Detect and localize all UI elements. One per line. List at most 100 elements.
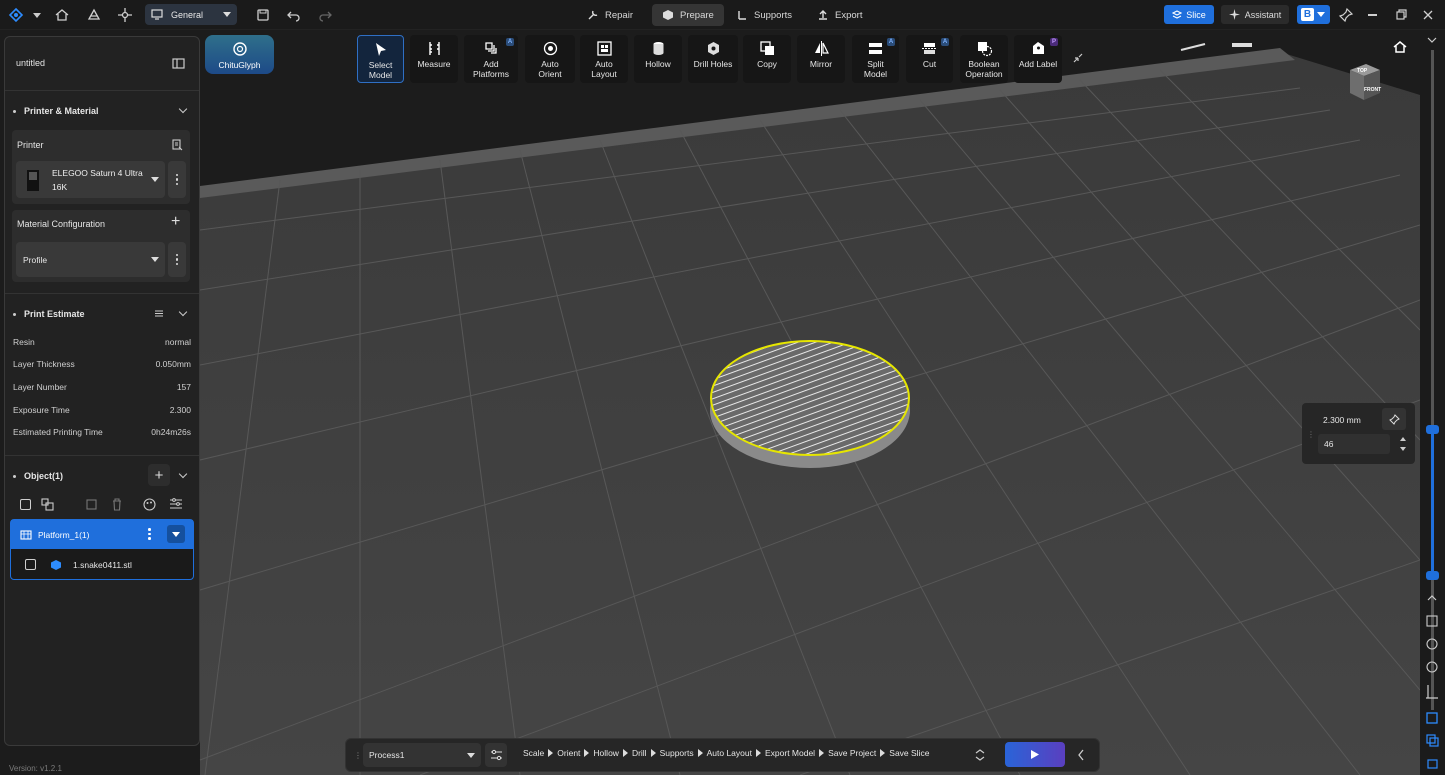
step-save-slice[interactable]: Save Slice: [889, 748, 929, 758]
mode-prepare[interactable]: Prepare: [652, 4, 724, 26]
process-select[interactable]: Process1: [363, 743, 481, 767]
step-scale[interactable]: Scale: [523, 748, 544, 758]
rail-grid-icon[interactable]: [1427, 759, 1438, 769]
printer-select[interactable]: ELEGOO Saturn 4 Ultra 16K: [16, 161, 165, 198]
add-material-icon[interactable]: +: [171, 213, 180, 231]
printer-settings-icon[interactable]: [171, 139, 183, 151]
view-left-icon[interactable]: [1178, 40, 1208, 54]
step-auto-layout[interactable]: Auto Layout: [707, 748, 752, 758]
printer-material-header[interactable]: Printer & Material: [5, 103, 199, 119]
mode-prepare-label: Prepare: [680, 9, 714, 21]
object-header[interactable]: Object(1) +: [5, 464, 199, 486]
rail-view-box-icon[interactable]: [1426, 712, 1438, 724]
process-drag-handle-icon[interactable]: ⋮: [354, 751, 362, 760]
app-menu-chevron-icon[interactable]: [30, 4, 44, 26]
drag-handle-icon[interactable]: ⋮: [1307, 430, 1315, 439]
step-orient[interactable]: Orient: [557, 748, 580, 758]
collapse-chevron-icon[interactable]: [178, 104, 188, 114]
trash-icon[interactable]: [111, 497, 123, 511]
step-down-icon[interactable]: [1400, 447, 1406, 451]
tool-hollow[interactable]: Hollow: [634, 35, 682, 83]
layer-stepper[interactable]: [1400, 434, 1406, 454]
filter-icon[interactable]: [169, 498, 183, 510]
step-hollow[interactable]: Hollow: [593, 748, 619, 758]
layer-index-input[interactable]: 46: [1318, 434, 1406, 454]
chituglyph-button[interactable]: ChituGlyph: [205, 35, 274, 74]
calibration-icon[interactable]: [85, 4, 103, 26]
pin-layer-button[interactable]: [1382, 408, 1406, 430]
estimate-value: normal: [165, 337, 191, 347]
tool-drill-holes[interactable]: Drill Holes: [688, 35, 738, 83]
expand-collapse-icon[interactable]: [974, 748, 986, 762]
pin-icon[interactable]: [1338, 4, 1354, 26]
tool-copy[interactable]: Copy: [743, 35, 791, 83]
tool-add-platforms[interactable]: A Add Platforms: [464, 35, 518, 83]
list-icon[interactable]: [155, 310, 163, 317]
profile-more-button[interactable]: [168, 242, 186, 277]
ai-badge: A: [506, 38, 514, 46]
save-icon[interactable]: [254, 4, 272, 26]
restore-icon[interactable]: [1393, 4, 1409, 26]
estimate-row: Estimated Printing Time 0h24m26s: [13, 427, 191, 437]
add-object-button[interactable]: +: [148, 464, 170, 486]
tool-cut[interactable]: A Cut: [906, 35, 953, 83]
tool-add-label[interactable]: P Add Label: [1014, 35, 1062, 83]
print-estimate-header[interactable]: Print Estimate: [5, 306, 199, 322]
view-front-icon[interactable]: [1228, 38, 1256, 52]
platform-more-icon[interactable]: [148, 528, 151, 540]
workspace-select[interactable]: General: [145, 4, 237, 25]
step-up-icon[interactable]: [1400, 437, 1406, 441]
slice-button[interactable]: Slice: [1164, 5, 1214, 24]
home-icon[interactable]: [53, 4, 71, 26]
app-logo-icon[interactable]: [6, 4, 26, 26]
mode-supports[interactable]: Supports: [726, 4, 802, 26]
step-drill[interactable]: Drill: [632, 748, 647, 758]
layer-slider-track[interactable]: [1431, 50, 1434, 710]
palette-icon[interactable]: [143, 497, 156, 511]
step-supports[interactable]: Supports: [660, 748, 694, 758]
model-row[interactable]: 1.snake0411.stl: [11, 550, 193, 579]
tool-split-model[interactable]: A Split Model: [852, 35, 899, 83]
select-all-checkbox[interactable]: [20, 498, 31, 510]
rail-collapse-up-icon[interactable]: [1427, 37, 1437, 43]
close-icon[interactable]: [1420, 4, 1436, 26]
step-save-project[interactable]: Save Project: [828, 748, 876, 758]
view-cube[interactable]: TOP FRONT: [1344, 60, 1384, 104]
platform-expand-button[interactable]: [167, 525, 185, 543]
mode-repair[interactable]: Repair: [577, 4, 643, 26]
layer-slider-bottom-handle[interactable]: [1426, 571, 1439, 580]
tool-boolean-operation[interactable]: Boolean Operation: [960, 35, 1008, 83]
assistant-button[interactable]: Assistant: [1221, 5, 1289, 24]
process-settings-button[interactable]: [485, 743, 507, 767]
frame-icon[interactable]: [85, 498, 98, 511]
platform-row[interactable]: Platform_1(1): [11, 520, 193, 549]
home-view-icon[interactable]: [1390, 38, 1410, 56]
collapse-chevron-icon[interactable]: [178, 307, 188, 317]
model-checkbox[interactable]: [25, 559, 36, 570]
tool-auto-orient[interactable]: Auto Orient: [525, 35, 575, 83]
tool-select-model[interactable]: Select Model: [357, 35, 404, 83]
tool-auto-layout[interactable]: Auto Layout: [580, 35, 628, 83]
run-process-button[interactable]: [1005, 742, 1065, 767]
panel-toggle-icon[interactable]: [172, 57, 185, 69]
step-export-model[interactable]: Export Model: [765, 748, 815, 758]
profile-select[interactable]: Profile: [16, 242, 165, 277]
undo-icon[interactable]: [285, 4, 303, 26]
tool-measure[interactable]: Measure: [410, 35, 458, 83]
redo-icon[interactable]: [316, 4, 334, 26]
group-icon[interactable]: [41, 497, 54, 511]
printer-more-button[interactable]: [168, 161, 186, 198]
minimize-icon[interactable]: [1364, 4, 1380, 26]
3d-viewport[interactable]: [0, 30, 1420, 775]
collapse-toolbar-icon[interactable]: [1070, 50, 1086, 66]
slice-label: Slice: [1186, 9, 1206, 20]
mode-export[interactable]: Export: [807, 4, 872, 26]
collapse-process-bar-icon[interactable]: [1077, 749, 1085, 761]
tool-mirror[interactable]: Mirror: [797, 35, 845, 83]
layer-slider-top-handle[interactable]: [1426, 425, 1439, 434]
collapse-chevron-icon[interactable]: [178, 469, 188, 479]
rail-overlap-icon[interactable]: [1426, 734, 1436, 744]
account-button[interactable]: B: [1297, 5, 1330, 24]
network-icon[interactable]: [116, 4, 134, 26]
view-cube-top-label: TOP: [1357, 68, 1368, 74]
